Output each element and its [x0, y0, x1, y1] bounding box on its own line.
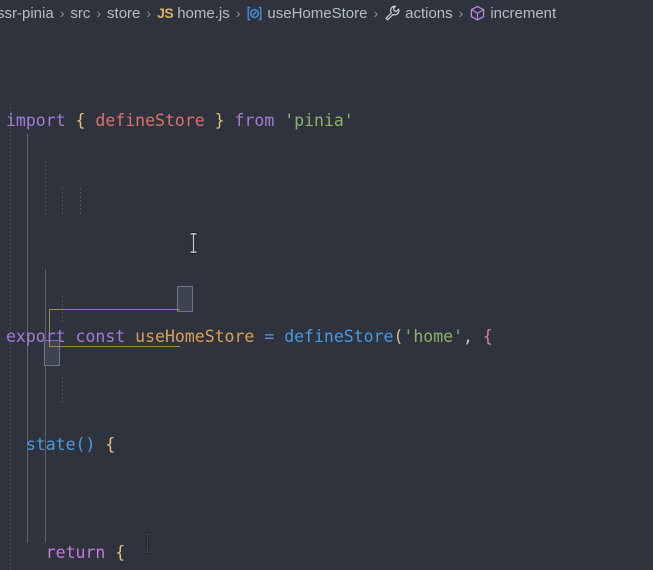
breadcrumb-label: ssr-pinia [0, 4, 54, 22]
token-identifier: defineStore [95, 111, 205, 130]
breadcrumb-separator-icon: › [59, 5, 65, 21]
breadcrumb-label: useHomeStore [267, 4, 368, 22]
code-line[interactable]: import { defineStore } from 'pinia' [0, 107, 653, 134]
token-keyword: export [6, 327, 66, 346]
token-keyword-from: from [234, 111, 275, 130]
token-variable: useHomeStore [135, 327, 255, 346]
token-paren: ( [393, 327, 404, 346]
code-line[interactable]: state() { [0, 431, 653, 458]
breadcrumb-separator-icon: › [458, 5, 464, 21]
breadcrumb-separator-icon: › [373, 5, 379, 21]
breadcrumb-item-actions[interactable]: actions [383, 5, 454, 22]
code-editor-surface[interactable]: import { defineStore } from 'pinia' expo… [0, 26, 653, 570]
token-brace: { [75, 111, 86, 130]
breadcrumb-item-ssr-pinia[interactable]: ssr-pinia [0, 5, 55, 22]
cube-icon [469, 5, 486, 22]
breadcrumb-label: increment [490, 4, 557, 22]
code-line[interactable]: return { [0, 539, 653, 566]
token-string: 'home' [403, 327, 464, 346]
token-operator: = [264, 327, 275, 346]
token-keyword: import [6, 111, 66, 130]
breadcrumb-item-home-js[interactable]: JS home.js [156, 5, 231, 22]
symbol-variable-icon [246, 6, 263, 21]
token-paren: () [75, 435, 96, 454]
breadcrumb-separator-icon: › [96, 5, 102, 21]
breadcrumb-item-increment[interactable]: increment [468, 5, 557, 22]
js-file-icon: JS [157, 5, 174, 21]
code-line[interactable]: export const useHomeStore = defineStore(… [0, 323, 653, 350]
token-brace: { [105, 435, 116, 454]
token-brace: { [115, 543, 126, 562]
token-string: 'pinia' [284, 111, 354, 130]
breadcrumb-label: store [107, 4, 141, 22]
token-keyword-return: return [45, 543, 106, 562]
breadcrumb-label: actions [405, 4, 453, 22]
token-brace: { [482, 327, 493, 346]
breadcrumb-item-src[interactable]: src [69, 5, 91, 22]
token-keyword: const [75, 327, 126, 346]
breadcrumb-label: src [70, 4, 91, 22]
editor-breadcrumb: ssr-pinia › src › store › JS home.js › u… [0, 0, 653, 26]
token-function-call: state [25, 435, 76, 454]
wrench-icon [384, 5, 401, 21]
breadcrumb-separator-icon: › [235, 5, 241, 21]
token-function-call: defineStore [284, 327, 394, 346]
breadcrumb-item-usehomestore[interactable]: useHomeStore [245, 5, 368, 22]
token-comma: , [463, 327, 473, 346]
code-line-blank[interactable] [0, 215, 653, 242]
breadcrumb-separator-icon: › [146, 5, 152, 21]
code-content[interactable]: import { defineStore } from 'pinia' expo… [0, 26, 653, 570]
breadcrumb-item-store[interactable]: store [106, 5, 141, 22]
token-brace: } [214, 111, 225, 130]
breadcrumb-label: home.js [177, 4, 230, 22]
